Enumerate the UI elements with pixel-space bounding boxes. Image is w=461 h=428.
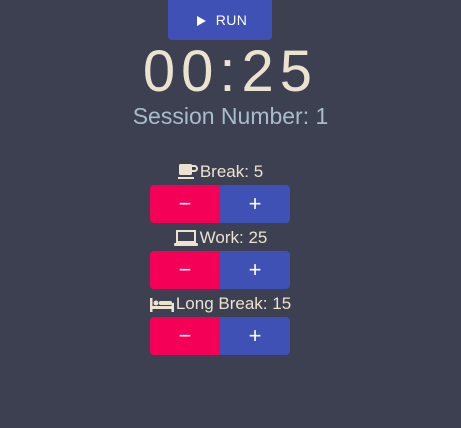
long-break-decrement-button[interactable]: − <box>150 317 220 355</box>
long-break-label: Long Break: 15 <box>175 294 292 313</box>
coffee-cup-icon <box>177 163 198 181</box>
long-break-setting-label: Long Break: 15 <box>0 294 441 314</box>
timer-display: 00:25 <box>142 39 319 104</box>
work-increment-button[interactable]: + <box>220 251 290 289</box>
break-label: Break: 5 <box>199 162 264 181</box>
work-setting-label: Work: 25 <box>0 228 441 248</box>
break-setting-label: Break: 5 <box>0 162 441 182</box>
work-decrement-button[interactable]: − <box>150 251 220 289</box>
bed-icon <box>149 296 174 312</box>
work-controls: − + <box>150 251 290 289</box>
laptop-icon <box>173 229 198 247</box>
long-break-controls: − + <box>150 317 290 355</box>
session-number: Session Number: 1 <box>132 103 329 129</box>
long-break-increment-button[interactable]: + <box>220 317 290 355</box>
work-label: Work: 25 <box>199 228 268 247</box>
break-increment-button[interactable]: + <box>220 185 290 223</box>
run-button-label: RUN <box>215 12 248 28</box>
run-button[interactable]: RUN <box>168 0 272 40</box>
play-icon <box>196 15 206 26</box>
break-decrement-button[interactable]: − <box>150 185 220 223</box>
break-controls: − + <box>150 185 290 223</box>
